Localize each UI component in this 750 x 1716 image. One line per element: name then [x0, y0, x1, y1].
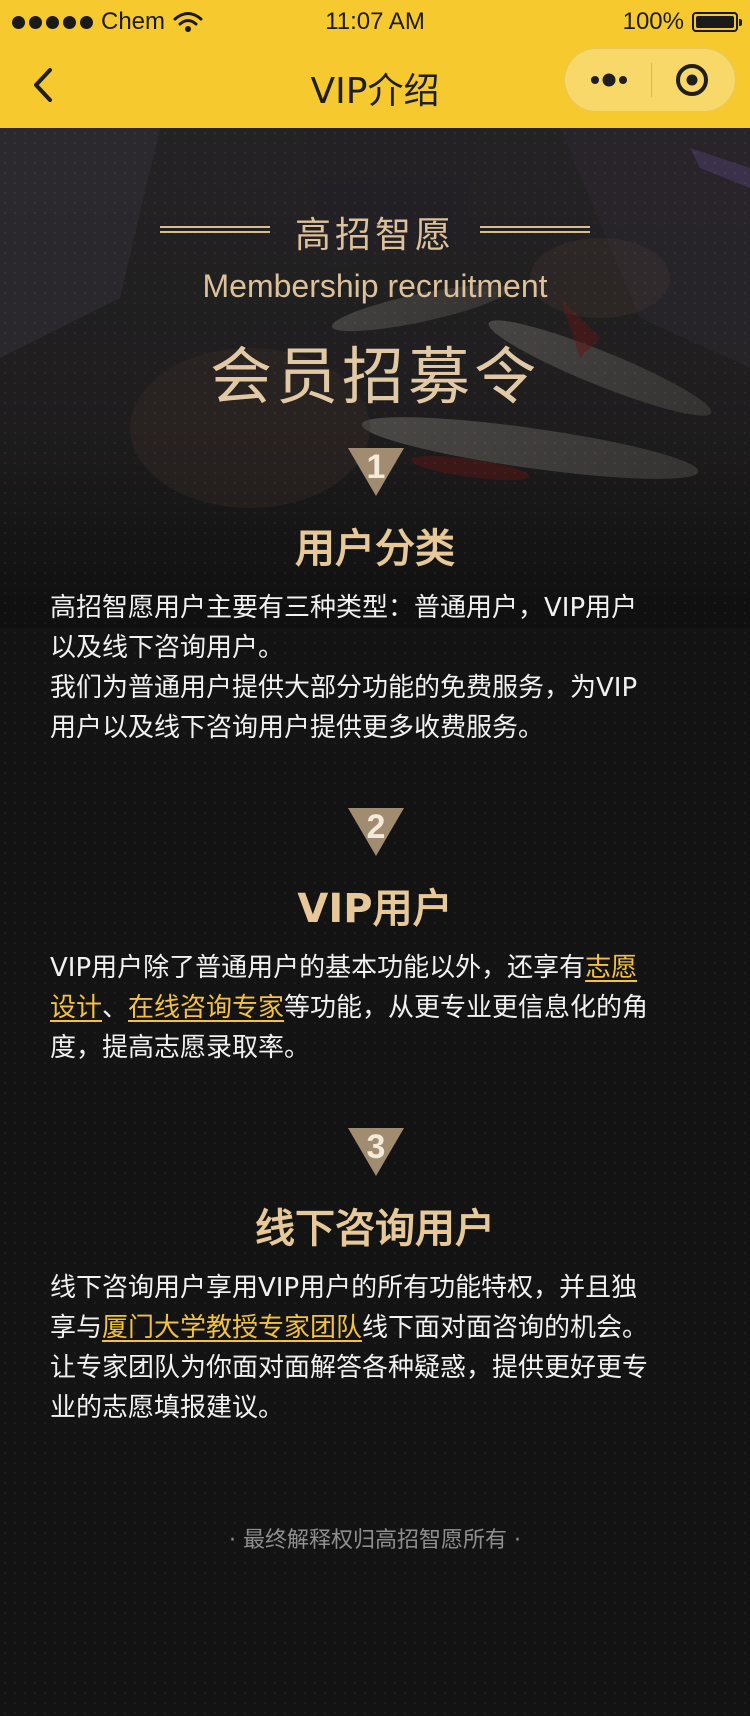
section-3-number: 3 [366, 1128, 386, 1166]
body-text: VIP用户除了普通用户的基本功能以外，还享有 [50, 953, 586, 983]
recruitment-headline: 会员招募令 [209, 340, 540, 413]
body-line: 度，提高志愿录取率。 [50, 1028, 700, 1068]
body-text: 线下咨询用户享用VIP用户的所有功能特权，并且独 [50, 1273, 638, 1303]
vip-intro-page: Chem 11:07 AM 100% VIP介绍 高招智愿 Membership… [0, 0, 750, 1716]
content-area: 高招智愿 Membership recruitment 会员招募令 1 用户分类… [0, 128, 750, 1716]
body-line: 高招智愿用户主要有三种类型：普通用户，VIP用户 [50, 588, 700, 628]
close-target-icon[interactable] [652, 49, 736, 111]
section-1-number: 1 [366, 448, 386, 486]
body-text: 线下面对面咨询的机会。 [362, 1313, 649, 1343]
body-line: 以及线下咨询用户。 [50, 628, 700, 668]
body-text: 让专家团队为你面对面解答各种疑惑，提供更好更专 [50, 1353, 649, 1383]
body-text: 等功能，从更专业更信息化的角 [284, 993, 649, 1023]
body-line: 用户以及线下咨询用户提供更多收费服务。 [50, 708, 700, 748]
body-line: 设计、在线咨询专家等功能，从更专业更信息化的角 [50, 988, 700, 1028]
body-text: 高招智愿用户主要有三种类型：普通用户，VIP用户 [50, 593, 638, 623]
footer-disclaimer: · 最终解释权归高招智愿所有 · [229, 1528, 521, 1553]
section-1-body: 高招智愿用户主要有三种类型：普通用户，VIP用户 以及线下咨询用户。我们为普通用户… [50, 588, 700, 748]
miniprogram-capsule [564, 48, 736, 112]
brand-header: 高招智愿 [0, 206, 750, 256]
body-line: VIP用户除了普通用户的基本功能以外，还享有志愿 [50, 948, 700, 988]
body-text: 以及线下咨询用户。 [50, 633, 285, 663]
membership-subtitle: Membership recruitment [202, 268, 548, 304]
brand-name: 高招智愿 [294, 215, 455, 256]
nav-bar: VIP介绍 [0, 42, 750, 128]
feature-link[interactable]: 设计 [50, 993, 102, 1023]
section-2-title: VIP用户 [297, 886, 453, 932]
section-2-body: VIP用户除了普通用户的基本功能以外，还享有志愿 设计、在线咨询专家等功能，从更专… [50, 948, 700, 1068]
section-3-body: 线下咨询用户享用VIP用户的所有功能特权，并且独 享与厦门大学教授专家团队线下面对… [50, 1268, 700, 1428]
body-line: 享与厦门大学教授专家团队线下面对面咨询的机会。 [50, 1308, 700, 1348]
status-bar: Chem 11:07 AM 100% [0, 0, 750, 42]
section-3-title: 线下咨询用户 [255, 1206, 495, 1252]
body-text: 度，提高志愿录取率。 [50, 1033, 311, 1063]
body-line: 业的志愿填报建议。 [50, 1388, 700, 1428]
body-text: 我们为普通用户提供大部分功能的免费服务，为VIP [50, 673, 638, 703]
body-text: 用户以及线下咨询用户提供更多收费服务。 [50, 713, 545, 743]
feature-link[interactable]: 志愿 [585, 953, 637, 983]
more-menu-icon[interactable] [565, 49, 651, 111]
section-2-number: 2 [366, 808, 386, 846]
body-line: 让专家团队为你面对面解答各种疑惑，提供更好更专 [50, 1348, 700, 1388]
status-right: 100% [622, 8, 742, 36]
body-line: 我们为普通用户提供大部分功能的免费服务，为VIP [50, 668, 700, 708]
body-text: 业的志愿填报建议。 [50, 1393, 285, 1423]
brand-line-right [480, 226, 590, 233]
body-text: 享与 [50, 1313, 103, 1343]
section-1-title: 用户分类 [295, 526, 455, 572]
feature-link[interactable]: 在线咨询专家 [128, 993, 284, 1023]
battery-percent: 100% [622, 8, 684, 35]
battery-icon [692, 12, 742, 32]
body-text: 、 [102, 993, 129, 1023]
feature-link[interactable]: 厦门大学教授专家团队 [102, 1313, 362, 1343]
body-line: 线下咨询用户享用VIP用户的所有功能特权，并且独 [50, 1268, 700, 1308]
